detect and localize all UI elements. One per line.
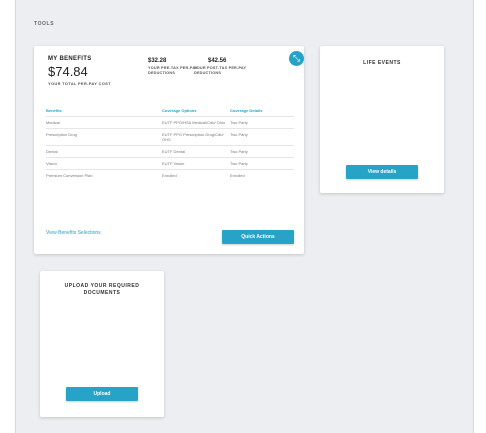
life-events-title: LIFE EVENTS	[363, 60, 401, 66]
cell-coverage-detail: Two Party	[230, 132, 248, 137]
cell-benefit: Dental	[46, 149, 58, 154]
quick-actions-button[interactable]: Quick Actions	[222, 230, 294, 244]
cell-coverage-option: EUTF PPO Prescription Drug/Cdb/ OHS	[162, 132, 224, 142]
cell-coverage-detail: Two Party	[230, 161, 248, 166]
posttax-label: YOUR POST-TAX PER-PAY DEDUCTIONS	[194, 66, 247, 75]
pretax-amount: $32.28	[148, 58, 167, 64]
cell-benefit: Premium Conversion Plan	[46, 173, 93, 178]
view-benefits-selections-link[interactable]: View Benefits Selections	[46, 230, 101, 236]
table-row: Vision EUTF Vision Two Party	[46, 157, 294, 169]
total-cost-label: YOUR TOTAL PER-PAY COST	[48, 81, 111, 86]
cell-benefit: Medical	[46, 120, 60, 125]
cell-coverage-option: EUTF Vision	[162, 161, 185, 166]
table-row: Dental EUTF Dental Two Party	[46, 145, 294, 157]
posttax-amount: $42.56	[208, 58, 227, 64]
life-events-card: LIFE EVENTS View details	[320, 46, 444, 193]
table-row: Medical EUTF PPO/HSA Medical/Cdb/ Ohio T…	[46, 116, 294, 128]
benefits-table: Benefits Coverage Options Coverage Detai…	[46, 108, 294, 181]
section-label: TOOLS	[34, 21, 55, 27]
upload-button[interactable]: Upload	[66, 387, 138, 401]
upload-documents-title: UPLOAD YOUR REQUIRED DOCUMENTS	[64, 283, 140, 296]
table-row: Prescription Drug EUTF PPO Prescription …	[46, 128, 294, 145]
upload-documents-card: UPLOAD YOUR REQUIRED DOCUMENTS Upload	[40, 271, 164, 417]
cell-coverage-option: EUTF Dental	[162, 149, 186, 154]
table-row: Premium Conversion Plan Enrolled Enrolle…	[46, 169, 294, 181]
cell-coverage-option: Enrolled	[162, 173, 177, 178]
cell-coverage-detail: Two Party	[230, 149, 248, 154]
cell-coverage-detail: Two Party	[230, 120, 248, 125]
view-details-button[interactable]: View details	[346, 165, 418, 179]
cell-coverage-option: EUTF PPO/HSA Medical/Cdb/ Ohio	[162, 120, 226, 125]
col-header-benefits: Benefits	[46, 108, 62, 113]
my-benefits-card: MY BENEFITS $74.84 YOUR TOTAL PER-PAY CO…	[34, 46, 304, 254]
expand-icon[interactable]: ⤡	[289, 51, 304, 66]
benefits-title: MY BENEFITS	[48, 56, 92, 62]
col-header-coverage-options: Coverage Options	[162, 108, 197, 113]
cell-coverage-detail: Enrolled	[230, 173, 245, 178]
total-cost-amount: $74.84	[48, 64, 88, 79]
table-header: Benefits Coverage Options Coverage Detai…	[46, 108, 294, 116]
cell-benefit: Prescription Drug	[46, 132, 77, 137]
cell-benefit: Vision	[46, 161, 57, 166]
col-header-coverage-details: Coverage Details	[230, 108, 263, 113]
